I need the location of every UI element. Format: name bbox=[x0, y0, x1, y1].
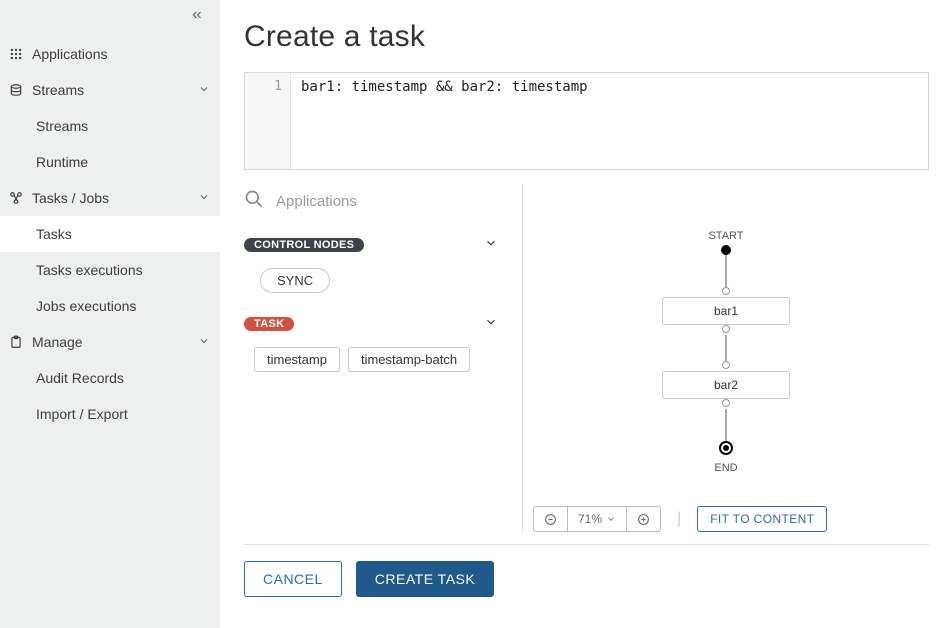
palette-item-timestamp-batch[interactable]: timestamp-batch bbox=[348, 347, 470, 372]
flow-edge bbox=[725, 409, 727, 441]
search-icon bbox=[244, 189, 268, 214]
sidebar-item-streams-sub[interactable]: Streams bbox=[0, 108, 220, 144]
line-number: 1 bbox=[245, 79, 282, 94]
plus-circle-icon bbox=[637, 513, 650, 526]
footer-divider bbox=[244, 544, 929, 545]
task-node-bar1[interactable]: bar1 bbox=[662, 297, 790, 325]
sidebar-item-label: Audit Records bbox=[36, 370, 210, 386]
sidebar-item-jobs-executions[interactable]: Jobs executions bbox=[0, 288, 220, 324]
editor-content[interactable]: bar1: timestamp && bar2: timestamp bbox=[291, 73, 928, 169]
palette-search-input[interactable] bbox=[274, 192, 498, 211]
group-badge: CONTROL NODES bbox=[244, 238, 364, 252]
sidebar-item-label: Streams bbox=[36, 118, 210, 134]
button-label: CREATE TASK bbox=[375, 571, 475, 587]
flow-canvas[interactable]: START bar1 bar2 END bbox=[523, 184, 929, 500]
group-badge: TASK bbox=[244, 317, 294, 331]
sidebar-collapse-button[interactable] bbox=[186, 4, 208, 26]
end-node[interactable] bbox=[719, 441, 733, 455]
control-separator: | bbox=[677, 510, 681, 528]
connector[interactable] bbox=[722, 399, 730, 407]
sidebar-item-label: Applications bbox=[32, 46, 210, 62]
sidebar-item-tasks-executions[interactable]: Tasks executions bbox=[0, 252, 220, 288]
tasks-icon bbox=[8, 190, 24, 206]
chevron-double-left-icon bbox=[190, 8, 204, 22]
sidebar-item-streams[interactable]: Streams bbox=[0, 72, 220, 108]
sidebar-item-runtime[interactable]: Runtime bbox=[0, 144, 220, 180]
palette-group-task[interactable]: TASK bbox=[244, 311, 498, 337]
flow-edge bbox=[725, 255, 727, 287]
button-label: FIT TO CONTENT bbox=[710, 512, 814, 526]
sidebar-item-label: Runtime bbox=[36, 154, 210, 170]
task-node-label: bar2 bbox=[714, 378, 738, 392]
create-task-button[interactable]: CREATE TASK bbox=[356, 561, 494, 597]
palette-item-timestamp[interactable]: timestamp bbox=[254, 347, 340, 372]
dsl-editor[interactable]: 1 bar1: timestamp && bar2: timestamp bbox=[244, 72, 929, 170]
sidebar-item-label: Tasks / Jobs bbox=[32, 190, 198, 206]
clipboard-icon bbox=[8, 334, 24, 350]
connector[interactable] bbox=[722, 287, 730, 295]
start-label: START bbox=[696, 230, 756, 242]
page-title: Create a task bbox=[244, 20, 929, 54]
sidebar-item-label: Manage bbox=[32, 334, 198, 350]
chevron-down-icon bbox=[198, 334, 210, 350]
zoom-out-button[interactable] bbox=[534, 507, 568, 531]
chevron-down-icon bbox=[606, 514, 616, 524]
sidebar-item-applications[interactable]: Applications bbox=[0, 36, 220, 72]
grid-icon bbox=[8, 46, 24, 62]
sidebar-item-import-export[interactable]: Import / Export bbox=[0, 396, 220, 432]
end-label: END bbox=[696, 462, 756, 474]
sidebar-item-tasks-jobs[interactable]: Tasks / Jobs bbox=[0, 180, 220, 216]
sidebar-item-label: Tasks bbox=[36, 226, 210, 242]
task-node-bar2[interactable]: bar2 bbox=[662, 371, 790, 399]
flow-edge bbox=[725, 335, 727, 361]
sidebar-item-label: Jobs executions bbox=[36, 298, 210, 314]
sidebar-item-tasks[interactable]: Tasks bbox=[0, 216, 220, 252]
chevron-down-icon bbox=[484, 236, 498, 255]
chevron-down-icon bbox=[198, 190, 210, 206]
streams-icon bbox=[8, 82, 24, 98]
editor-gutter: 1 bbox=[245, 73, 291, 169]
zoom-level-dropdown[interactable]: 71% bbox=[568, 507, 627, 531]
start-node[interactable] bbox=[721, 245, 731, 255]
sidebar-item-label: Tasks executions bbox=[36, 262, 210, 278]
cancel-button[interactable]: CANCEL bbox=[244, 561, 342, 597]
sidebar-item-audit-records[interactable]: Audit Records bbox=[0, 360, 220, 396]
sidebar-item-label: Streams bbox=[32, 82, 198, 98]
connector[interactable] bbox=[722, 325, 730, 333]
chevron-down-icon bbox=[198, 82, 210, 98]
zoom-level-value: 71% bbox=[578, 512, 602, 526]
fit-to-content-button[interactable]: FIT TO CONTENT bbox=[697, 506, 827, 532]
button-label: CANCEL bbox=[263, 571, 323, 587]
connector[interactable] bbox=[722, 361, 730, 369]
zoom-in-button[interactable] bbox=[627, 507, 660, 531]
sidebar: Applications Streams Streams Runtime bbox=[0, 0, 220, 628]
zoom-controls: 71% bbox=[533, 506, 661, 532]
palette-item-sync[interactable]: SYNC bbox=[260, 268, 330, 293]
palette-group-control-nodes[interactable]: CONTROL NODES bbox=[244, 232, 498, 258]
sidebar-item-manage[interactable]: Manage bbox=[0, 324, 220, 360]
palette: CONTROL NODES SYNC TASK timestamp bbox=[244, 184, 522, 532]
chevron-down-icon bbox=[484, 315, 498, 334]
task-node-label: bar1 bbox=[714, 304, 738, 318]
minus-circle-icon bbox=[544, 513, 557, 526]
sidebar-item-label: Import / Export bbox=[36, 406, 210, 422]
main-content: Create a task 1 bar1: timestamp && bar2:… bbox=[220, 0, 951, 628]
